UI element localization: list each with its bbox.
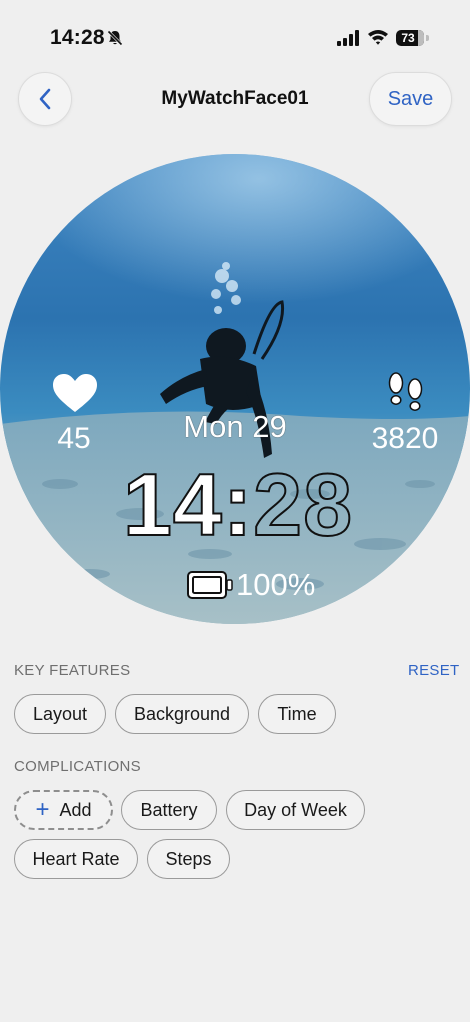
complications-label: COMPLICATIONS xyxy=(14,758,141,775)
chip-steps[interactable]: Steps xyxy=(147,839,230,879)
status-time: 14:28 xyxy=(50,26,105,49)
battery-value: 100% xyxy=(236,567,316,602)
add-complication-button[interactable]: + Add xyxy=(14,790,113,830)
chip-time[interactable]: Time xyxy=(258,694,336,734)
chip-day-of-week[interactable]: Day of Week xyxy=(226,790,365,830)
steps-value: 3820 xyxy=(371,422,439,455)
heart-rate-value: 45 xyxy=(57,422,91,455)
status-bar: 14:28 73 xyxy=(0,0,470,60)
chip-background[interactable]: Background xyxy=(115,694,249,734)
chip-heart-rate[interactable]: Heart Rate xyxy=(14,839,138,879)
chip-layout[interactable]: Layout xyxy=(14,694,106,734)
battery-icon xyxy=(187,571,233,599)
cellular-signal-icon xyxy=(337,30,359,46)
time-hours: 14: xyxy=(122,455,254,554)
bell-slash-icon xyxy=(107,30,123,46)
chip-battery[interactable]: Battery xyxy=(121,790,217,830)
add-label: Add xyxy=(59,799,92,820)
reset-button[interactable]: RESET xyxy=(408,662,460,679)
wifi-icon xyxy=(368,30,388,45)
heart-icon xyxy=(53,374,97,412)
key-features-label: KEY FEATURES xyxy=(14,662,131,679)
battery-status-icon: 73 xyxy=(396,28,430,48)
time-display: 14:28 xyxy=(118,455,358,554)
footsteps-icon xyxy=(388,372,423,411)
battery-percent: 73 xyxy=(401,31,415,45)
plus-icon: + xyxy=(35,796,50,823)
watch-face-preview[interactable]: 45 3820 Mon 29 14:28 100% xyxy=(0,154,470,624)
save-button[interactable]: Save xyxy=(369,72,452,126)
date-label: Mon 29 xyxy=(183,409,287,444)
time-minutes: 28 xyxy=(252,455,354,554)
